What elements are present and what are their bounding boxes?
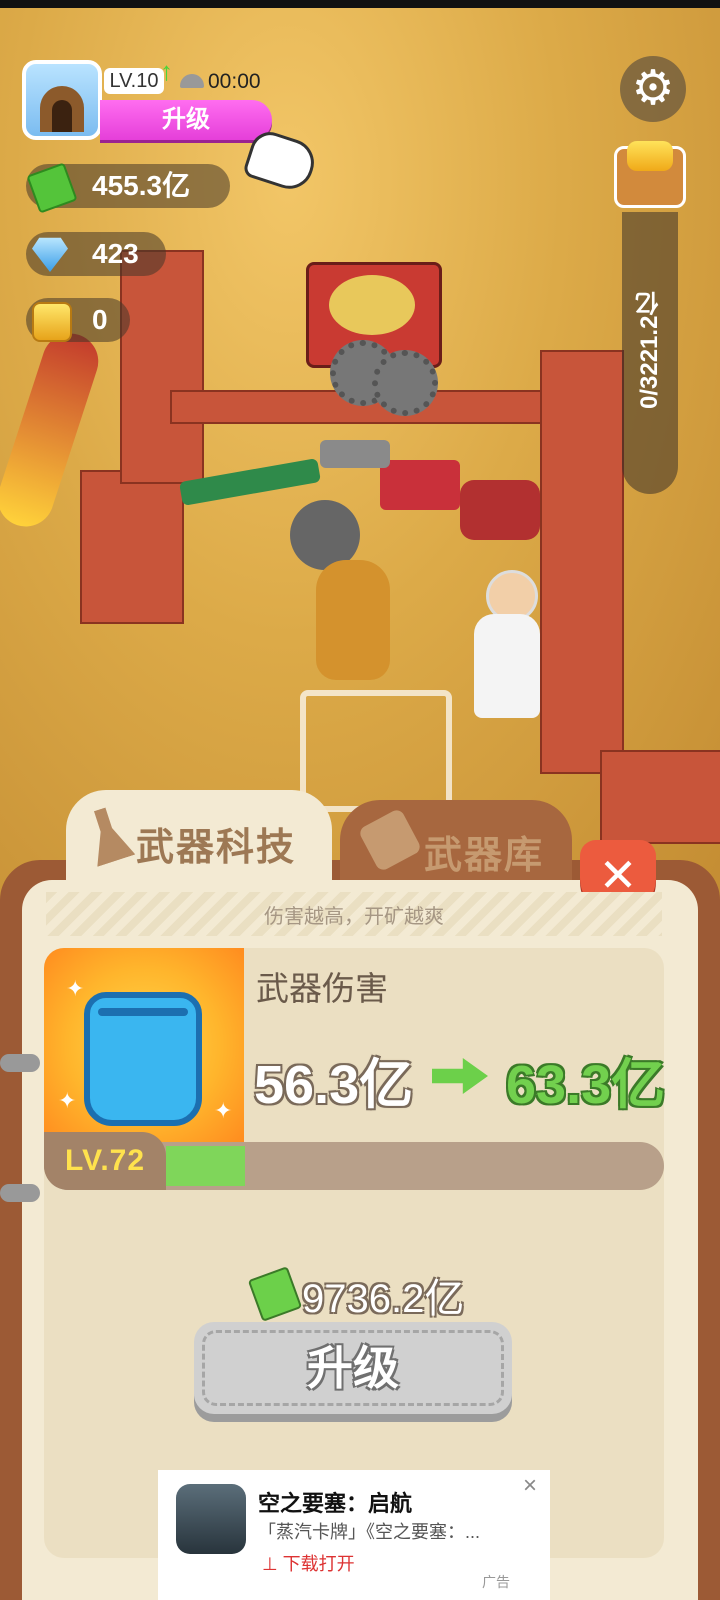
gold-counter: 0 bbox=[26, 298, 130, 342]
fist-icon bbox=[84, 992, 202, 1126]
cash-value: 455.3亿 bbox=[92, 170, 191, 201]
next-damage: 63.3亿 bbox=[506, 1055, 666, 1115]
brick-wall-left bbox=[80, 470, 184, 624]
level-up-arrow-icon: ↑ bbox=[160, 56, 173, 86]
flask-icon bbox=[81, 803, 136, 867]
ad-banner[interactable]: 空之要塞：启航 「蒸汽卡牌」《空之要塞：... ⊥ 下载打开 × 广告 bbox=[158, 1470, 550, 1600]
gold-basket-icon[interactable] bbox=[614, 141, 686, 208]
weapon-level: LV.72 bbox=[44, 1132, 166, 1190]
tab-label: 武器科技 bbox=[136, 827, 297, 869]
mine-upgrade-button[interactable]: 升级 bbox=[100, 100, 272, 140]
diamond-icon bbox=[32, 237, 68, 272]
panel-subtitle: 伤害越高，开矿越爽 bbox=[264, 906, 444, 928]
stat-name: 武器伤害 bbox=[256, 970, 388, 1007]
ad-description[interactable]: 「蒸汽卡牌」《空之要塞：... bbox=[258, 1518, 518, 1544]
current-damage: 56.3亿 bbox=[254, 1055, 414, 1115]
tab-weapon-armory[interactable]: 武器库 bbox=[340, 800, 572, 880]
gear-icon: ⚙ bbox=[631, 62, 675, 115]
fist-weapon-image: ✦ ✦ ✦ bbox=[44, 948, 244, 1142]
gear-decoration bbox=[372, 350, 438, 416]
sparkle-icon: ✦ bbox=[214, 1098, 233, 1123]
upgrade-button-label: 升级 bbox=[307, 1342, 399, 1394]
sparkle-icon: ✦ bbox=[66, 976, 85, 1001]
tab-weapon-tech[interactable]: 武器科技 bbox=[66, 790, 332, 900]
player-level: LV.10 bbox=[104, 68, 164, 94]
gold-progress-text: 0/3221.2亿 bbox=[636, 291, 663, 409]
gem-counter: 423 bbox=[26, 232, 166, 276]
mine-avatar[interactable] bbox=[22, 60, 102, 140]
ad-close-icon[interactable]: × bbox=[518, 1474, 542, 1498]
ad-tag: 广告 bbox=[482, 1574, 510, 1590]
miner-robot bbox=[316, 560, 390, 680]
cash-counter: 455.3亿 bbox=[26, 162, 230, 214]
gem-value: 423 bbox=[92, 238, 139, 269]
brick-wall-right bbox=[540, 350, 624, 774]
fist-target-marker bbox=[300, 690, 452, 812]
ad-title[interactable]: 空之要塞：启航 bbox=[258, 1486, 412, 1518]
sparkle-icon: ✦ bbox=[58, 1088, 77, 1113]
level-progress-fill bbox=[166, 1146, 245, 1186]
scientist-npc[interactable] bbox=[470, 570, 544, 718]
binder-ring bbox=[0, 1184, 40, 1202]
dynamite-icon bbox=[357, 807, 423, 873]
gold-value: 0 bbox=[92, 304, 108, 335]
upgrade-button[interactable]: 升级 bbox=[194, 1322, 512, 1414]
timer-text: 00:00 bbox=[208, 70, 261, 93]
status-bar bbox=[0, 0, 720, 8]
binder-ring bbox=[0, 1054, 40, 1072]
settings-button[interactable]: ⚙ bbox=[620, 56, 686, 122]
brick-wall-corner bbox=[600, 750, 720, 844]
ad-app-icon[interactable] bbox=[176, 1484, 246, 1554]
gold-ore-icon bbox=[32, 302, 72, 342]
tab-label: 武器库 bbox=[424, 835, 545, 877]
ad-download-link[interactable]: ⊥ 下载打开 bbox=[262, 1550, 355, 1576]
upgrade-cost: 9736.2亿 bbox=[302, 1277, 465, 1321]
